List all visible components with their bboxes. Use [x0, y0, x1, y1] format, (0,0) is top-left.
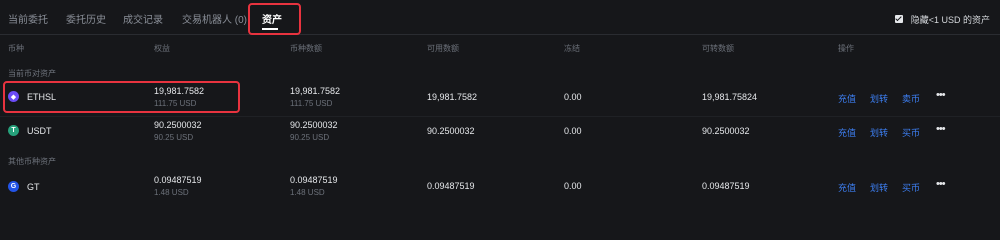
equity-value: 0.09487519 [154, 175, 202, 185]
deposit-button[interactable]: 充值 [838, 126, 856, 139]
section-current-pair: 当前币对资产 [8, 69, 56, 78]
buy-button[interactable]: 买币 [902, 181, 920, 194]
hide-small-label: 隐藏<1 USD 的资产 [910, 14, 990, 25]
more-icon[interactable]: ••• [936, 123, 946, 135]
frozen-value: 0.00 [564, 92, 582, 102]
sell-button[interactable]: 卖币 [902, 92, 920, 105]
coin-cell: G GT [8, 181, 40, 192]
row-divider [0, 116, 1000, 117]
amount-value: 90.2500032 [290, 120, 338, 130]
gt-icon: G [8, 181, 19, 192]
available-value: 19,981.7582 [427, 92, 478, 102]
more-icon[interactable]: ••• [936, 178, 946, 190]
buy-button[interactable]: 买币 [902, 126, 920, 139]
tab-bar: 当前委托 委托历史 成交记录 交易机器人 (0) 资产 隐藏<1 USD 的资产 [0, 0, 1000, 35]
deposit-button[interactable]: 充值 [838, 181, 856, 194]
amount-value: 0.09487519 [290, 175, 338, 185]
assets-tab-highlight [248, 3, 301, 35]
section-other-assets: 其他币种资产 [8, 157, 56, 166]
amount-value: 19,981.7582 [290, 86, 341, 96]
transferable-value: 0.09487519 [702, 181, 750, 191]
column-header-amount: 币种数额 [290, 44, 322, 53]
coin-cell: T USDT [8, 125, 52, 136]
coin-name: USDT [27, 125, 52, 136]
deposit-button[interactable]: 充值 [838, 92, 856, 105]
amount-usd: 111.75 USD [290, 99, 333, 108]
hide-small-checkbox[interactable] [894, 15, 903, 23]
column-header-coin: 币种 [8, 44, 24, 53]
ethsl-row-highlight [3, 81, 240, 113]
tab-open-orders[interactable]: 当前委托 [8, 11, 48, 26]
amount-usd: 90.25 USD [290, 133, 330, 142]
available-value: 90.2500032 [427, 126, 475, 136]
amount-usd: 1.48 USD [290, 188, 325, 197]
frozen-value: 0.00 [564, 181, 582, 191]
column-header-frozen: 冻结 [564, 44, 580, 53]
available-value: 0.09487519 [427, 181, 475, 191]
transfer-button[interactable]: 划转 [870, 181, 888, 194]
hide-small-assets-toggle[interactable]: 隐藏<1 USD 的资产 [894, 13, 990, 25]
tab-trading-bots[interactable]: 交易机器人 (0) [182, 11, 247, 26]
column-header-actions: 操作 [838, 44, 854, 53]
usdt-icon: T [8, 125, 19, 136]
more-icon[interactable]: ••• [936, 89, 946, 101]
equity-usd: 1.48 USD [154, 188, 189, 197]
tab-trade-history[interactable]: 成交记录 [123, 11, 163, 26]
equity-usd: 90.25 USD [154, 133, 194, 142]
tab-order-history[interactable]: 委托历史 [66, 11, 106, 26]
frozen-value: 0.00 [564, 126, 582, 136]
coin-name: GT [27, 181, 40, 192]
transfer-button[interactable]: 划转 [870, 126, 888, 139]
column-header-equity: 权益 [154, 44, 170, 53]
column-header-transferable: 可转数额 [702, 44, 734, 53]
column-header-available: 可用数额 [427, 44, 459, 53]
transferable-value: 19,981.75824 [702, 92, 758, 102]
equity-value: 90.2500032 [154, 120, 202, 130]
transfer-button[interactable]: 划转 [870, 92, 888, 105]
transferable-value: 90.2500032 [702, 126, 750, 136]
